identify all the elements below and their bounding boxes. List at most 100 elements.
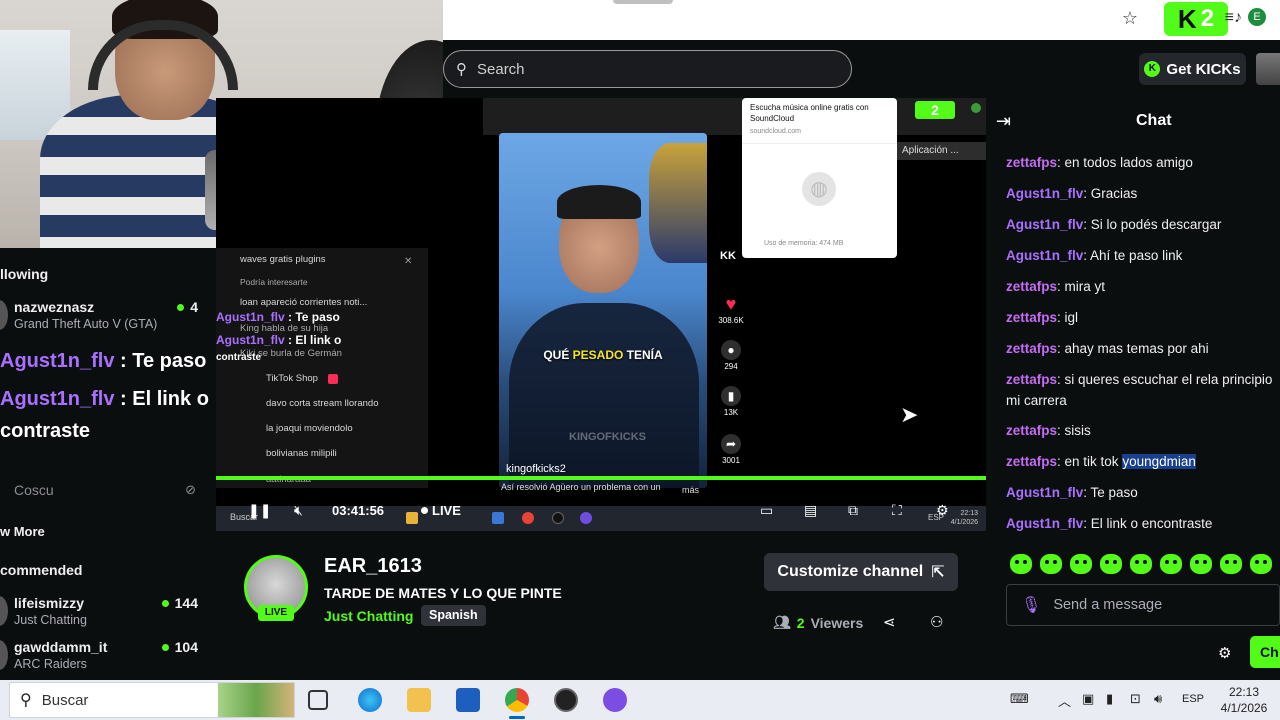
chat-username[interactable]: Agust1n_flv [1006, 516, 1083, 531]
keyboard-icon[interactable]: ⌨ [1010, 691, 1029, 707]
emote-icon[interactable] [1160, 554, 1182, 574]
chat-username[interactable]: Agust1n_flv [1006, 186, 1083, 201]
show-more-link[interactable]: w More [0, 524, 45, 539]
chrome-icon[interactable] [505, 688, 529, 719]
clip-icon[interactable]: ▤ [804, 502, 817, 519]
emote-icon[interactable] [1130, 554, 1152, 574]
chat-settings-gear-icon[interactable]: ⚙ [1218, 644, 1231, 662]
chat-username[interactable]: zettafps [1006, 279, 1057, 294]
emote-icon[interactable] [1040, 554, 1062, 574]
bookmark-star-icon[interactable]: ☆ [1122, 8, 1138, 29]
video-watermark: KINGOFKICKS [569, 431, 646, 443]
taskbar-clock[interactable]: 22:13 4/1/2026 [1216, 684, 1272, 716]
chat-send-button[interactable]: Ch [1250, 636, 1280, 668]
pause-icon[interactable]: ❚❚ [248, 502, 271, 519]
tiktok-more-link[interactable]: más [682, 485, 699, 495]
customize-channel-button[interactable]: Customize channel ⇱ [764, 553, 958, 591]
taskbar-search[interactable]: ⚲ Buscar [9, 682, 295, 718]
close-icon: ✕ [404, 256, 413, 267]
microphone-icon[interactable]: 🎙︎ [1021, 595, 1041, 615]
chat-username[interactable]: zettafps [1006, 310, 1057, 325]
like-action[interactable]: ♥ 308.6K [716, 294, 746, 325]
mute-icon[interactable]: 🔇︎ [294, 502, 303, 519]
sidebar-channel-gawddamm-it[interactable]: gawddamm_it ARC Raiders 104 [0, 636, 216, 676]
user-avatar[interactable] [1256, 53, 1280, 85]
channel-name: lifeismizzy [14, 595, 85, 611]
search-input[interactable] [477, 60, 807, 78]
sidebar: llowing nazweznasz Grand Theft Auto V (G… [0, 248, 216, 680]
media-queue-icon[interactable]: ≡♪ [1225, 9, 1242, 27]
collapse-chat-icon[interactable]: ⇥ [996, 111, 1011, 132]
browser-tab[interactable] [613, 0, 673, 4]
emote-icon[interactable] [1190, 554, 1212, 574]
chat-separator: : [1057, 454, 1065, 469]
chevron-up-icon[interactable]: ︿ [1058, 691, 1071, 710]
network-icon[interactable]: ⊡ [1130, 691, 1141, 707]
microsoft-store-icon[interactable] [456, 688, 480, 712]
search-bar[interactable]: ⚲ [443, 50, 852, 88]
kick-extension-button[interactable]: K 2 [1164, 2, 1228, 36]
sidebar-channel-lifeismizzy[interactable]: lifeismizzy Just Chatting 144 [0, 592, 216, 632]
pip-icon[interactable]: ⧉ [848, 502, 858, 519]
emote-icon[interactable] [1100, 554, 1122, 574]
chat-username[interactable]: zettafps [1006, 372, 1057, 387]
emote-icon[interactable] [1220, 554, 1242, 574]
comment-action[interactable]: ● 294 [716, 340, 746, 371]
chat-text: en todos lados amigo [1064, 155, 1193, 170]
follow-user-icon[interactable]: ⚇ [930, 613, 943, 631]
inner-tab: Aplicación ... [896, 142, 986, 160]
get-kicks-button[interactable]: K Get KICKs [1139, 53, 1246, 85]
sidebar-channel-coscu[interactable]: Coscu ⊘ [0, 482, 216, 502]
chat-username[interactable]: Agust1n_flv [1006, 248, 1083, 263]
live-badge: LIVE [258, 605, 294, 621]
theater-mode-icon[interactable]: ▭ [760, 502, 773, 519]
tiktok-shop-badge [328, 374, 338, 384]
fullscreen-icon[interactable]: ⛶ [892, 502, 902, 519]
video-person-jacket [509, 303, 699, 488]
share-action[interactable]: ➦ 3001 [716, 434, 746, 465]
app-icon[interactable] [603, 688, 627, 712]
inner-list-item: waves gratis plugins [240, 254, 326, 265]
chat-username[interactable]: Agust1n_flv [1006, 485, 1083, 500]
channel-name[interactable]: EAR_1613 [324, 555, 422, 578]
device-icon[interactable]: ▣ [1082, 691, 1094, 707]
file-explorer-icon[interactable] [407, 688, 431, 712]
share-arrow-icon: ➦ [721, 434, 741, 454]
chat-message: zettafps: si queres escuchar el rela pri… [1006, 369, 1280, 411]
settings-gear-icon[interactable]: ⚙ [936, 502, 949, 519]
stream-title: TARDE DE MATES Y LO QUE PINTE [324, 585, 562, 601]
chat-username[interactable]: zettafps [1006, 454, 1057, 469]
emote-icon[interactable] [1250, 554, 1272, 574]
language-tag[interactable]: Spanish [421, 605, 486, 626]
task-view-icon[interactable] [308, 690, 328, 710]
volume-icon[interactable]: 🔊︎ [1154, 691, 1162, 707]
tiktok-username[interactable]: kingofkicks2 [506, 463, 566, 475]
chat-message: zettafps: sisis [1006, 420, 1280, 441]
chat-username[interactable]: zettafps [1006, 155, 1057, 170]
chat-username[interactable]: zettafps [1006, 423, 1057, 438]
share-icon[interactable]: ⋖ [883, 613, 896, 631]
chat-username[interactable]: Agust1n_flv [1006, 217, 1083, 232]
obs-icon[interactable] [554, 688, 578, 712]
viewers-icon: 👥︎ [773, 614, 791, 630]
chat-input[interactable] [1053, 597, 1274, 613]
battery-icon[interactable]: ▮ [1106, 691, 1113, 707]
channel-name: nazweznasz [14, 299, 95, 315]
bookmark-icon: ▮ [721, 386, 741, 406]
input-language[interactable]: ESP [1182, 693, 1204, 705]
edge-icon[interactable] [358, 688, 382, 712]
chat-input-box[interactable]: 🎙︎ [1006, 584, 1280, 626]
profile-avatar[interactable]: E [1248, 8, 1266, 26]
emote-bar [1006, 554, 1280, 578]
emote-icon[interactable] [1010, 554, 1032, 574]
stream-player[interactable]: 2 Aplicación ... waves gratis plugins ✕ … [216, 98, 986, 531]
sidebar-channel-nazweznasz[interactable]: nazweznasz Grand Theft Auto V (GTA) 4 [0, 296, 216, 336]
chat-username[interactable]: zettafps [1006, 341, 1057, 356]
bookmark-action[interactable]: ▮ 13K [716, 386, 746, 417]
progress-bar[interactable] [216, 476, 986, 480]
stream-category[interactable]: Just Chatting [324, 608, 413, 624]
emote-icon[interactable] [1070, 554, 1092, 574]
popup-title: Escucha música online gratis con SoundCl… [750, 103, 869, 123]
channel-game: Grand Theft Auto V (GTA) [14, 317, 158, 331]
tiktok-video[interactable]: QUÉ PESADO TENÍA KINGOFKICKS [499, 133, 707, 488]
